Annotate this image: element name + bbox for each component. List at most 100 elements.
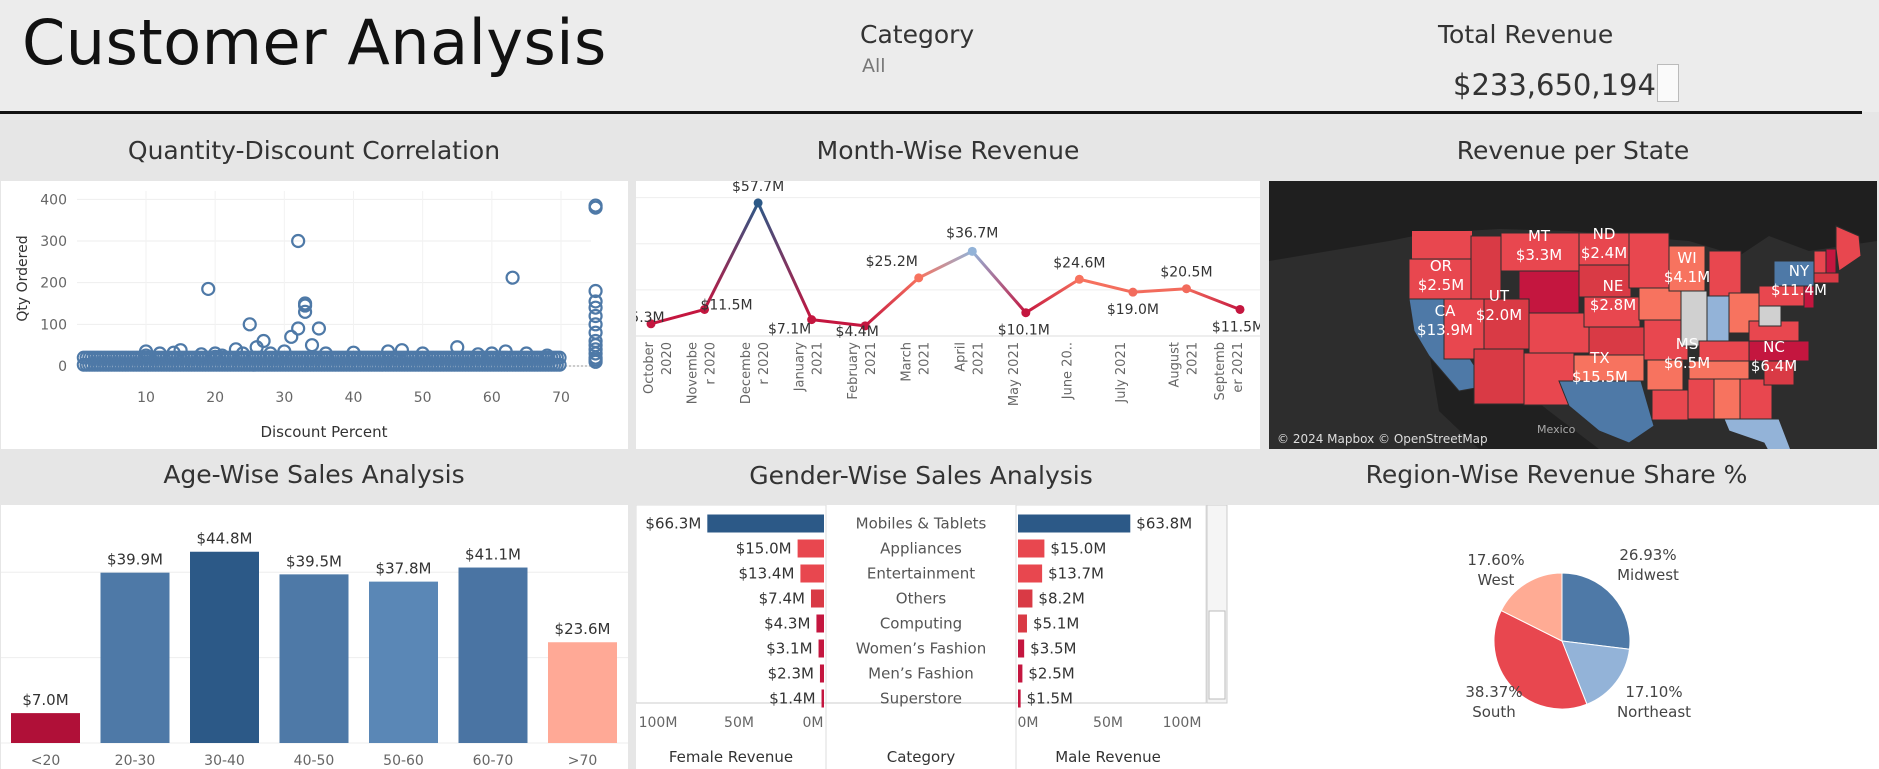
male-bar-label: $8.2M <box>1038 590 1084 608</box>
state-wa <box>1412 231 1472 259</box>
pie-slice-percent: 17.60% <box>1467 551 1524 569</box>
line-point[interactable] <box>1181 284 1191 294</box>
category-label: Superstore <box>880 690 962 708</box>
age-x-tick: 40-50 <box>294 753 335 769</box>
line-x-tick: Decembe <box>739 342 754 404</box>
scatter-x-tick: 50 <box>414 390 432 406</box>
age-bar[interactable] <box>100 572 170 743</box>
male-bar[interactable] <box>1018 664 1023 683</box>
state-la <box>1651 389 1689 421</box>
age-x-tick: 20-30 <box>115 753 156 769</box>
header-divider <box>0 111 1862 114</box>
age-bar-label: $37.8M <box>376 560 432 578</box>
age-x-tick: 60-70 <box>473 753 514 769</box>
map-state-code: TX <box>1589 349 1609 367</box>
state-mi <box>1708 250 1742 297</box>
age-bar-label: $39.9M <box>107 551 163 569</box>
gender-scrollbar-thumb[interactable] <box>1208 610 1226 700</box>
line-data-label: $24.6M <box>1053 255 1105 271</box>
dashboard-header: Customer Analysis Category All Total Rev… <box>0 0 1879 112</box>
map-state-value: $2.4M <box>1581 244 1627 262</box>
line-data-label: $19.0M <box>1107 302 1159 318</box>
female-bar[interactable] <box>797 539 824 558</box>
female-bar[interactable] <box>810 589 824 608</box>
scatter-x-tick: 30 <box>275 390 293 406</box>
line-point[interactable] <box>753 198 763 208</box>
line-point[interactable] <box>967 246 977 256</box>
line-point[interactable] <box>1235 304 1245 314</box>
line-segment <box>971 250 1027 314</box>
age-bar[interactable] <box>279 574 349 743</box>
state-ia <box>1638 287 1682 321</box>
line-data-label: $57.7M <box>732 181 784 195</box>
map-panel[interactable]: OR $2.5M MT $3.3M ND $2.4M WI $4.1M NY $11.4M NE $2… <box>1269 181 1877 449</box>
category-label: Mobiles & Tablets <box>856 515 987 533</box>
map-state-value: $6.4M <box>1751 357 1797 375</box>
map-state-value: $6.5M <box>1664 354 1710 372</box>
state-wv <box>1758 305 1782 327</box>
category-filter-value[interactable]: All <box>862 55 886 77</box>
age-bar[interactable] <box>190 551 259 743</box>
female-bar[interactable] <box>819 664 824 683</box>
scatter-x-tick: 40 <box>345 390 363 406</box>
pie-slice-percent: 38.37% <box>1465 683 1522 701</box>
map-country-label: Mexico <box>1537 423 1576 436</box>
state-ms <box>1687 378 1715 420</box>
scatter-point[interactable] <box>201 281 216 297</box>
scatter-point[interactable] <box>505 270 520 285</box>
male-bar[interactable] <box>1018 614 1027 633</box>
scatter-y-tick: 100 <box>40 317 67 333</box>
scatter-y-tick: 400 <box>40 192 67 208</box>
scatter-y-tick: 300 <box>40 234 67 250</box>
scatter-chart[interactable]: 0 100 200 300 400 10 20 30 40 50 60 70 Discount Perc… <box>1 181 628 449</box>
map-attribution: © 2024 Mapbox © OpenStreetMap <box>1277 432 1488 446</box>
age-bar[interactable] <box>11 713 80 743</box>
male-bar[interactable] <box>1018 539 1045 558</box>
category-label: Women’s Fashion <box>856 640 986 658</box>
female-bar-label: $3.1M <box>766 640 812 658</box>
male-bar[interactable] <box>1018 689 1021 708</box>
pie-slice-percent: 26.93% <box>1619 546 1676 564</box>
state-al <box>1713 378 1741 420</box>
revenue-state-map[interactable]: OR$2.5MMT$3.3MND$2.4M WI$4.1M NY$11.4MNE$2… <box>1269 181 1877 449</box>
gender-sales-chart[interactable]: $66.3M Mobiles & Tablets $63.8M $15.0M Appli… <box>636 505 1234 769</box>
line-point[interactable] <box>914 273 924 283</box>
age-bar[interactable] <box>548 642 617 743</box>
category-label: Computing <box>880 615 962 633</box>
female-bar-label: $13.4M <box>739 565 795 583</box>
scatter-y-label: Qty Ordered <box>15 235 31 321</box>
state-vt <box>1813 250 1827 274</box>
line-x-tick: April <box>953 342 968 372</box>
male-bar[interactable] <box>1018 564 1043 583</box>
female-bar[interactable] <box>821 689 824 708</box>
female-bar[interactable] <box>707 514 824 533</box>
female-bar-label: $2.3M <box>768 665 814 683</box>
line-point[interactable] <box>1021 308 1031 318</box>
region-share-pie[interactable]: 26.93% Midwest 17.10% Northeast 38.37% South 1… <box>1234 505 1879 769</box>
age-bar[interactable] <box>369 581 438 743</box>
age-bar[interactable] <box>458 567 528 743</box>
map-state-value: $2.0M <box>1476 306 1522 324</box>
line-data-label: $7.1M <box>768 322 811 338</box>
female-bar[interactable] <box>818 639 824 658</box>
male-bar-label: $2.5M <box>1028 665 1074 683</box>
female-bar[interactable] <box>800 564 824 583</box>
line-data-label: $10.1M <box>998 323 1050 339</box>
female-bar[interactable] <box>816 614 824 633</box>
line-x-tick: May 2021 <box>1007 342 1022 406</box>
male-bar[interactable] <box>1018 589 1033 608</box>
age-bar-label: $23.6M <box>555 620 611 638</box>
pie-slice[interactable] <box>1561 572 1631 650</box>
male-bar[interactable] <box>1018 514 1131 533</box>
pie-slice-name: West <box>1478 571 1515 589</box>
pie-slice-name: Northeast <box>1617 703 1691 721</box>
scatter-point[interactable] <box>304 338 320 353</box>
line-segment <box>1185 287 1241 311</box>
line-point[interactable] <box>1074 274 1084 284</box>
scatter-x-label: Discount Percent <box>260 423 387 441</box>
age-sales-chart[interactable]: $7.0M <20 $39.9M 20-30 $44.8M 30-40 $39.5M 40-5… <box>1 505 628 769</box>
male-bar[interactable] <box>1018 639 1025 658</box>
monthly-revenue-chart[interactable]: $5.3M $11.5M $57.7M $7.1M $4.4M $25.2M $36.7M $… <box>636 181 1260 449</box>
map-state-code: MT <box>1528 227 1551 245</box>
line-point[interactable] <box>1128 287 1138 297</box>
